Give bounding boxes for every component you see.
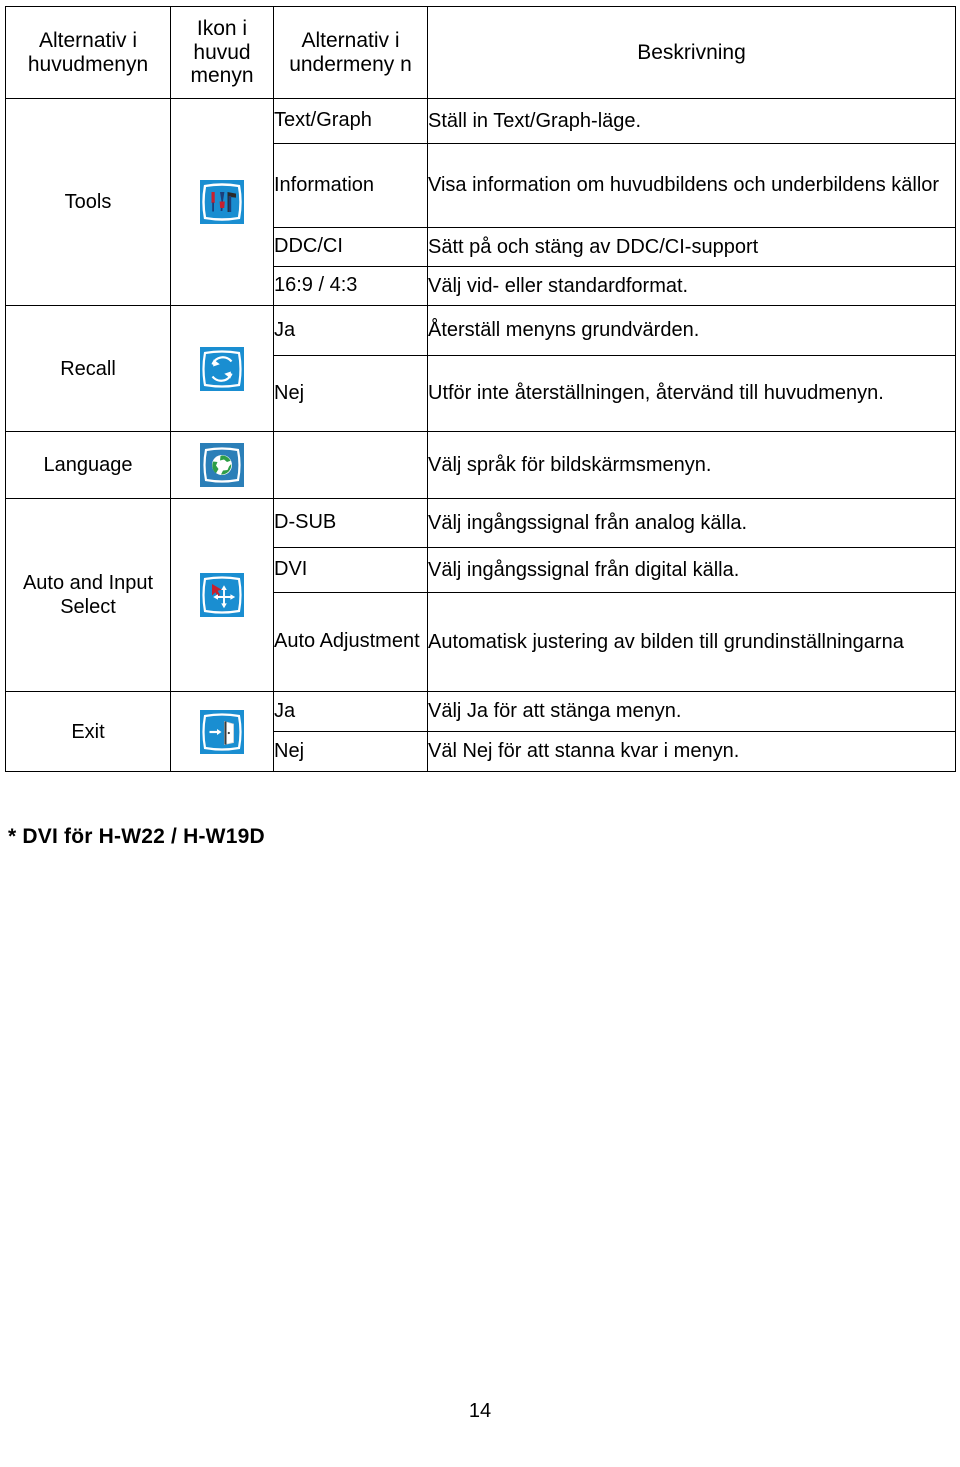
description-dvi: Välj ingångssignal från digital källa. (427, 547, 956, 593)
table-row: Language Välj språk för bildskärmsmenyn. (5, 431, 956, 499)
description-auto-adjustment: Automatisk justering av bilden till grun… (427, 592, 956, 692)
description-exit-no: Väl Nej för att stanna kvar i menyn. (427, 731, 956, 772)
table-row: Recall Ja Återställ menyns grundvärden. (5, 305, 956, 432)
submenu-label-auto-adjustment[interactable]: Auto Adjustment (273, 592, 428, 692)
submenu-label-information[interactable]: Information (273, 143, 428, 228)
tools-icon (200, 180, 244, 224)
main-menu-cell-exit: Exit (5, 691, 171, 772)
submenu-label-recall-yes[interactable]: Ja (273, 305, 428, 356)
icon-cell-exit (170, 691, 274, 772)
footnote-dvi-models: * DVI för H-W22 / H-W19D (8, 825, 265, 848)
page-number: 14 (468, 1400, 492, 1422)
table-row: Tools Text/Graph Ställ in Text/Graph-läg… (5, 98, 956, 306)
auto-input-select-icon (200, 573, 244, 617)
icon-cell-recall (170, 305, 274, 432)
submenu-label-recall-no[interactable]: Nej (273, 355, 428, 432)
icon-cell-tools (170, 98, 274, 306)
submenu-label-text-graph[interactable]: Text/Graph (273, 98, 428, 144)
description-exit-yes: Välj Ja för att stänga menyn. (427, 691, 956, 732)
submenu-label-ddc-ci[interactable]: DDC/CI (273, 227, 428, 267)
header-icon: Ikon i huvud menyn (170, 6, 274, 99)
submenu-label-language[interactable] (273, 431, 428, 499)
description-ddc-ci: Sätt på och stäng av DDC/CI-support (427, 227, 956, 267)
table-row: Exit Ja Välj Ja för att stänga menyn. (5, 691, 956, 772)
description-d-sub: Välj ingångssignal från analog källa. (427, 498, 956, 548)
table-header-row: Alternativ i huvudmenyn Ikon i huvud men… (5, 6, 956, 99)
main-menu-cell-recall: Recall (5, 305, 171, 432)
exit-icon (200, 709, 244, 754)
header-description: Beskrivning (427, 6, 956, 99)
description-information: Visa information om huvudbildens och und… (427, 143, 956, 228)
description-aspect-ratio: Välj vid- eller standardformat. (427, 266, 956, 306)
description-recall-no: Utför inte återställningen, återvänd til… (427, 355, 956, 432)
main-menu-cell-tools: Tools (5, 98, 171, 306)
submenu-label-exit-yes[interactable]: Ja (273, 691, 428, 732)
description-language: Välj språk för bildskärmsmenyn. (427, 431, 956, 499)
description-text-graph: Ställ in Text/Graph-läge. (427, 98, 956, 144)
submenu-label-aspect-ratio[interactable]: 16:9 / 4:3 (273, 266, 428, 306)
submenu-label-exit-no[interactable]: Nej (273, 731, 428, 772)
submenu-label-d-sub[interactable]: D-SUB (273, 498, 428, 548)
description-recall-yes: Återställ menyns grundvärden. (427, 305, 956, 356)
table-row: Auto and Input Select D-SUB Välj ingångs… (5, 498, 956, 692)
language-icon (200, 443, 244, 487)
main-menu-cell-language: Language (5, 431, 171, 499)
icon-cell-language (170, 431, 274, 499)
submenu-label-dvi[interactable]: DVI (273, 547, 428, 593)
header-main-menu: Alternativ i huvudmenyn (5, 6, 171, 99)
main-menu-cell-auto-input-select: Auto and Input Select (5, 498, 171, 692)
osd-menu-table: Alternativ i huvudmenyn Ikon i huvud men… (5, 6, 956, 772)
header-submenu: Alternativ i undermeny n (273, 6, 428, 99)
icon-cell-auto-input-select (170, 498, 274, 692)
recall-icon (200, 346, 244, 391)
document-page: Alternativ i huvudmenyn Ikon i huvud men… (0, 0, 960, 1467)
